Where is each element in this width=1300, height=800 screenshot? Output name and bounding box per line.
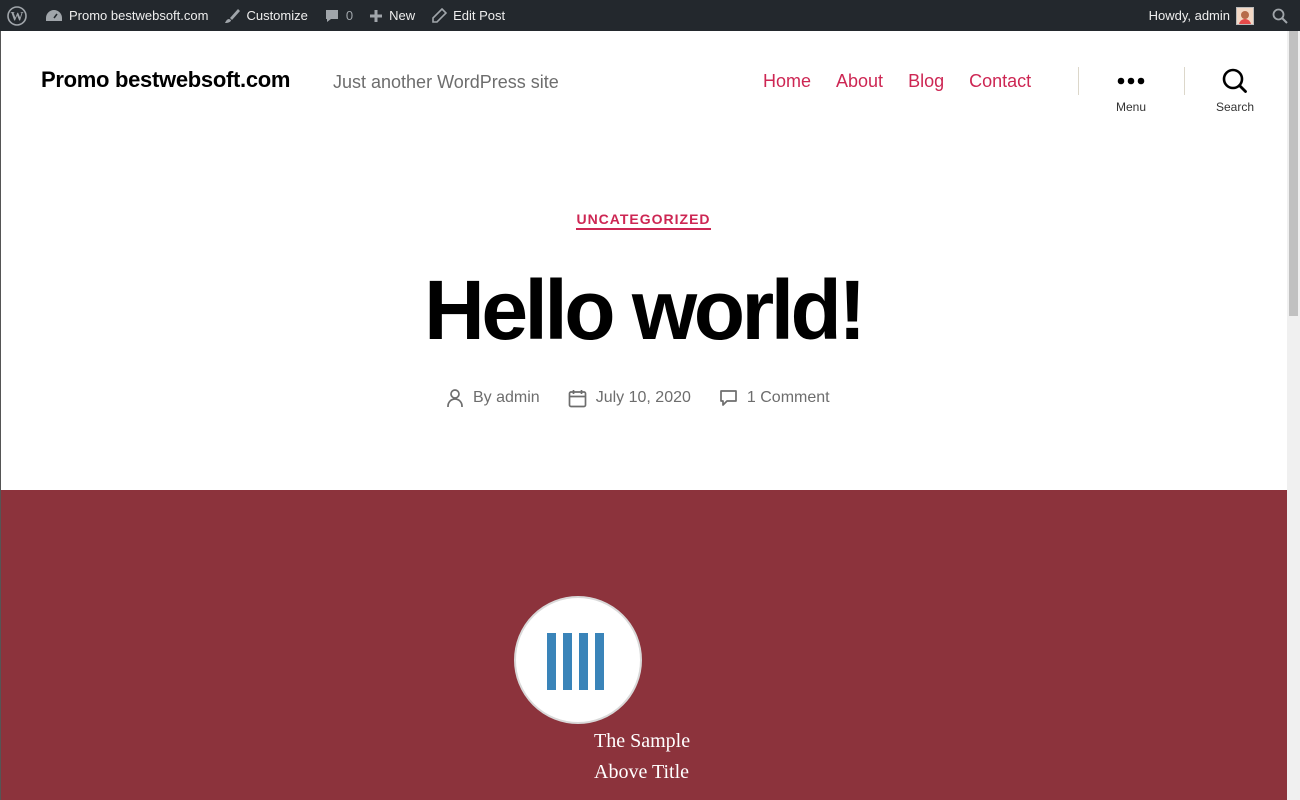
adminbar-account[interactable]: Howdy, admin: [1141, 0, 1262, 31]
adminbar-customize-label: Customize: [246, 8, 308, 23]
dashboard-icon: [46, 9, 62, 21]
search-icon: [1272, 8, 1288, 24]
search-icon: [1222, 68, 1247, 93]
post-title: Hello world!: [424, 263, 866, 357]
comment-bubble-icon: [325, 9, 338, 22]
adminbar-site-link[interactable]: Promo bestwebsoft.com: [37, 0, 216, 31]
search-toggle[interactable]: Search: [1200, 66, 1270, 114]
bars-logo-icon: [514, 596, 642, 724]
adminbar-search[interactable]: [1262, 0, 1300, 31]
scrollbar-thumb[interactable]: [1289, 31, 1298, 316]
wordpress-logo-icon[interactable]: W: [0, 0, 37, 31]
nav-blog[interactable]: Blog: [908, 71, 944, 92]
adminbar-edit-post[interactable]: Edit Post: [423, 0, 513, 31]
site-description: Just another WordPress site: [333, 72, 559, 92]
post-comments[interactable]: 1 Comment: [719, 389, 830, 407]
post-author-text: By admin: [473, 389, 540, 406]
adminbar-customize[interactable]: Customize: [216, 0, 315, 31]
comment-icon: [720, 390, 737, 406]
scrollbar[interactable]: [1287, 31, 1300, 800]
post-author[interactable]: By admin: [446, 388, 540, 408]
brush-icon: [225, 8, 241, 23]
post-category: UNCATEGORIZED: [0, 211, 1287, 230]
adminbar-site-name: Promo bestwebsoft.com: [69, 8, 209, 23]
avatar: [1236, 6, 1254, 25]
plus-icon: [370, 9, 383, 22]
featured-section: The Sample Above Title: [1, 490, 1287, 800]
sample-title-line1: The Sample: [594, 730, 691, 752]
adminbar-edit-post-label: Edit Post: [453, 8, 506, 23]
adminbar-new-label: New: [389, 8, 416, 23]
menu-toggle[interactable]: Menu: [1096, 66, 1166, 114]
nav-home[interactable]: Home: [763, 71, 811, 92]
sample-title: The Sample Above Title: [594, 726, 724, 788]
header-separator: [1078, 67, 1079, 95]
post-comments-text: 1 Comment: [746, 389, 830, 406]
site-title[interactable]: Promo bestwebsoft.com: [41, 67, 290, 93]
adminbar-new[interactable]: New: [361, 0, 423, 31]
admin-bar: W Promo bestwebsoft.com Customize 0 New …: [0, 0, 1300, 31]
header-separator: [1184, 67, 1185, 95]
menu-toggle-label: Menu: [1115, 100, 1147, 114]
nav-about[interactable]: About: [836, 71, 883, 92]
nav-contact[interactable]: Contact: [969, 71, 1031, 92]
post-date-text: July 10, 2020: [595, 389, 691, 406]
primary-menu: Home About Blog Contact: [763, 71, 1031, 92]
pencil-icon: [432, 7, 448, 23]
svg-text:W: W: [11, 8, 24, 23]
post-meta: By admin July 10, 2020 1 Comment: [446, 388, 858, 408]
post-date[interactable]: July 10, 2020: [568, 389, 691, 408]
calendar-icon: [568, 389, 587, 407]
more-dots-icon: [1117, 77, 1145, 85]
sample-title-line2: Above Title: [594, 761, 690, 783]
howdy-text: Howdy, admin: [1148, 8, 1230, 23]
category-link[interactable]: UNCATEGORIZED: [576, 211, 711, 230]
search-toggle-label: Search: [1215, 100, 1255, 114]
adminbar-comments[interactable]: 0: [316, 0, 361, 31]
adminbar-comments-count: 0: [345, 8, 354, 23]
person-icon: [447, 389, 463, 407]
